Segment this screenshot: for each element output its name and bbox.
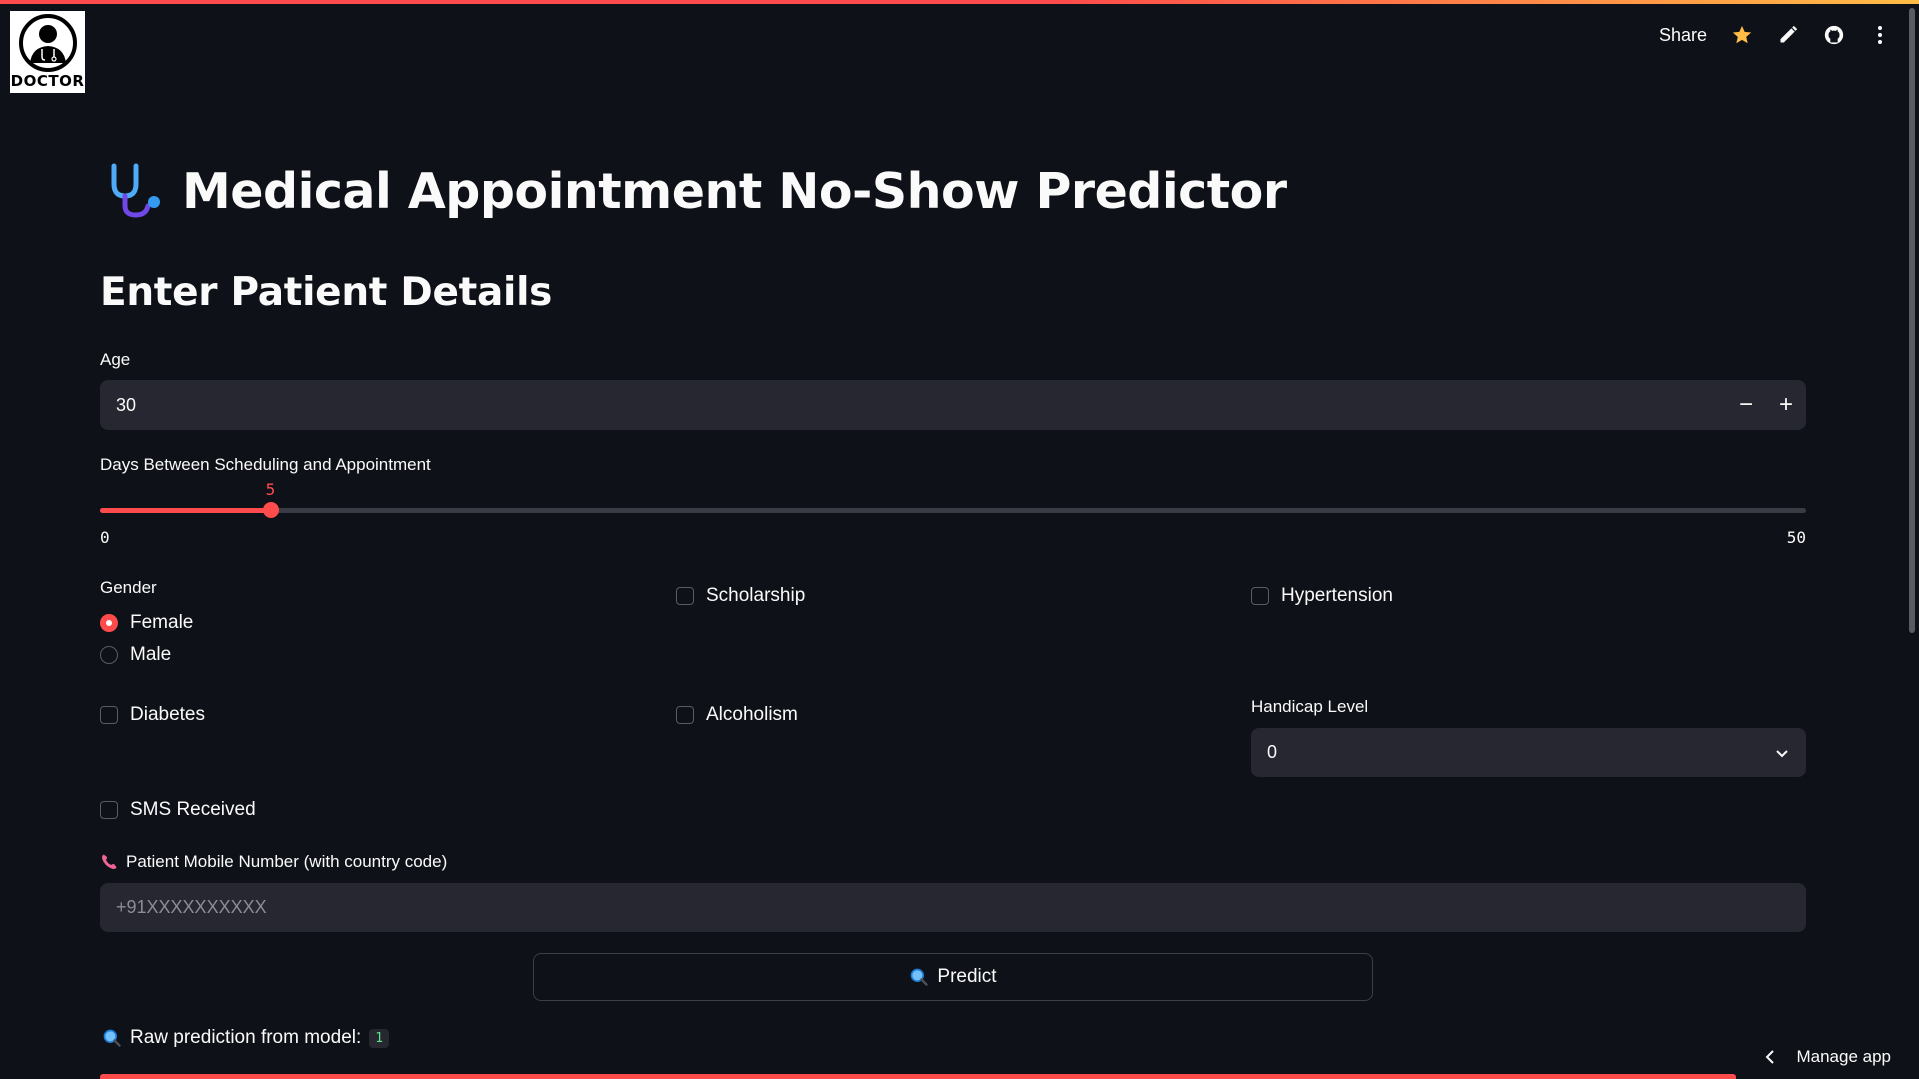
scholarship-checkbox-row[interactable]: Scholarship <box>676 585 805 607</box>
days-slider-value: 5 <box>265 480 276 499</box>
more-icon[interactable] <box>1869 24 1891 46</box>
handicap-label: Handicap Level <box>1251 697 1369 716</box>
phone-label: Patient Mobile Number (with country code… <box>126 852 448 871</box>
section-heading: Enter Patient Details <box>100 270 553 315</box>
days-slider[interactable] <box>100 502 1806 518</box>
manage-app-label: Manage app <box>1796 1047 1891 1066</box>
sms-checkbox[interactable] <box>100 801 118 819</box>
predict-button[interactable]: Predict <box>533 953 1373 1001</box>
page-title: Medical Appointment No-Show Predictor <box>182 162 1287 220</box>
gender-option-male[interactable]: Male <box>100 644 171 666</box>
radio-female[interactable] <box>100 614 118 632</box>
radio-male-label: Male <box>130 644 172 665</box>
chevron-down-icon <box>1776 749 1788 757</box>
hypertension-checkbox[interactable] <box>1251 587 1269 605</box>
age-label: Age <box>100 350 131 369</box>
alcoholism-checkbox-row[interactable]: Alcoholism <box>676 704 798 726</box>
magnifier-icon <box>911 968 929 986</box>
gender-label: Gender <box>100 578 157 597</box>
chevron-left-icon <box>1766 1050 1775 1064</box>
days-slider-label: Days Between Scheduling and Appointment <box>100 455 431 474</box>
days-slider-fill <box>100 508 271 513</box>
diabetes-label: Diabetes <box>130 704 205 725</box>
result-alert-bar <box>100 1074 1736 1079</box>
magnifier-icon <box>103 1029 121 1047</box>
predict-button-label: Predict <box>937 966 997 987</box>
days-slider-max: 50 <box>1786 528 1806 547</box>
scholarship-label: Scholarship <box>706 585 806 606</box>
stethoscope-icon <box>111 163 160 218</box>
raw-prediction: Raw prediction from model: 1 <box>102 1027 390 1049</box>
doctor-logo: DOCTOR <box>10 11 85 93</box>
manage-app-button[interactable]: Manage app <box>1764 1047 1891 1067</box>
radio-male[interactable] <box>100 646 118 664</box>
days-slider-thumb[interactable] <box>262 502 279 518</box>
doctor-avatar-icon <box>18 14 77 72</box>
logo-text: DOCTOR <box>10 72 85 90</box>
share-button[interactable]: Share <box>1659 25 1707 46</box>
github-icon[interactable] <box>1823 24 1845 46</box>
page-scrollbar[interactable] <box>1909 8 1915 633</box>
star-icon[interactable] <box>1731 24 1753 46</box>
sms-checkbox-row[interactable]: SMS Received <box>100 799 256 821</box>
phone-input[interactable]: +91XXXXXXXXXX <box>100 883 1806 932</box>
hypertension-label: Hypertension <box>1281 585 1393 606</box>
age-increment-button[interactable]: + <box>1766 380 1806 430</box>
age-number-input: 30 − + <box>100 380 1806 430</box>
alcoholism-label: Alcoholism <box>706 704 798 725</box>
diabetes-checkbox[interactable] <box>100 706 118 724</box>
alcoholism-checkbox[interactable] <box>676 706 694 724</box>
pencil-icon[interactable] <box>1777 24 1799 46</box>
raw-prediction-label: Raw prediction from model: <box>130 1027 362 1048</box>
diabetes-checkbox-row[interactable]: Diabetes <box>100 704 205 726</box>
header-toolbar: Share <box>1659 24 1891 46</box>
handicap-select[interactable]: 0 <box>1251 728 1806 777</box>
age-value[interactable]: 30 <box>100 395 1726 416</box>
gender-option-female[interactable]: Female <box>100 612 193 634</box>
title-row: Medical Appointment No-Show Predictor <box>106 162 1287 220</box>
scholarship-checkbox[interactable] <box>676 587 694 605</box>
phone-label-row: Patient Mobile Number (with country code… <box>100 852 447 872</box>
hypertension-checkbox-row[interactable]: Hypertension <box>1251 585 1393 607</box>
sms-label: SMS Received <box>130 799 256 820</box>
handicap-select-value: 0 <box>1267 742 1278 762</box>
raw-prediction-value: 1 <box>369 1028 390 1048</box>
top-decoration-bar <box>0 0 1919 4</box>
radio-female-label: Female <box>130 612 194 633</box>
days-slider-min: 0 <box>100 528 110 547</box>
telephone-icon <box>102 854 117 869</box>
age-decrement-button[interactable]: − <box>1726 380 1766 430</box>
